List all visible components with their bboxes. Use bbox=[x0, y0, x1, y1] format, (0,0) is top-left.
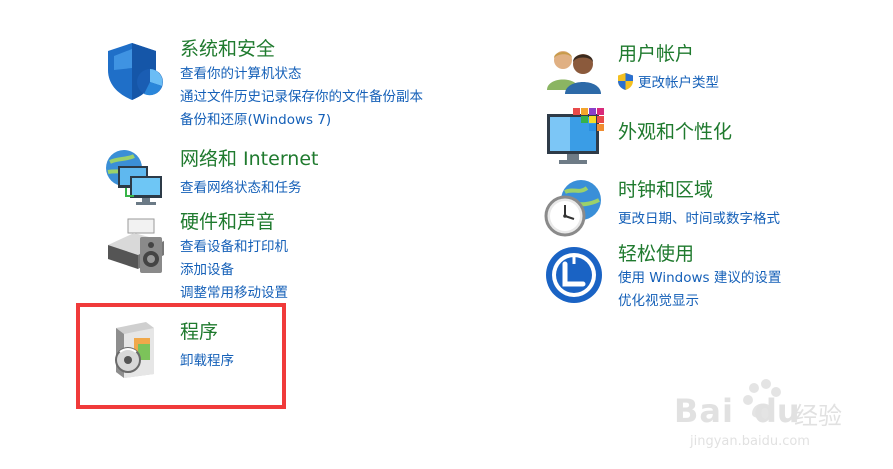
view-computer-status-link[interactable]: 查看你的计算机状态 bbox=[180, 65, 302, 83]
uac-shield-icon bbox=[618, 73, 633, 90]
file-history-link[interactable]: 通过文件历史记录保存你的文件备份副本 bbox=[180, 88, 423, 106]
change-date-time-format-link[interactable]: 更改日期、时间或数字格式 bbox=[618, 210, 780, 228]
users-icon[interactable] bbox=[545, 44, 603, 94]
uninstall-program-link[interactable]: 卸载程序 bbox=[180, 352, 234, 370]
use-windows-recommended-link[interactable]: 使用 Windows 建议的设置 bbox=[618, 269, 781, 287]
shield-icon[interactable] bbox=[104, 40, 166, 102]
ease-access-title[interactable]: 轻松使用 bbox=[618, 242, 694, 266]
baidu-watermark: Bai du 经验 jingyan.baidu.com bbox=[674, 376, 864, 456]
devices-printers-link[interactable]: 查看设备和打印机 bbox=[180, 238, 288, 256]
optimize-display-link[interactable]: 优化视觉显示 bbox=[618, 292, 699, 310]
clock-globe-icon[interactable] bbox=[543, 178, 605, 240]
hardware-sound-title[interactable]: 硬件和声音 bbox=[180, 210, 275, 234]
watermark-cn: 经验 bbox=[794, 402, 842, 430]
watermark-brand: Bai bbox=[674, 392, 734, 430]
watermark-brand-2: du bbox=[754, 392, 800, 430]
printer-speaker-icon[interactable] bbox=[104, 215, 166, 277]
programs-title[interactable]: 程序 bbox=[180, 320, 218, 344]
change-account-type-link[interactable]: 更改帐户类型 bbox=[638, 74, 719, 92]
network-title[interactable]: 网络和 Internet bbox=[180, 147, 318, 171]
ease-of-access-icon[interactable] bbox=[545, 246, 603, 304]
view-network-status-link[interactable]: 查看网络状态和任务 bbox=[180, 179, 302, 197]
appearance-title[interactable]: 外观和个性化 bbox=[618, 120, 732, 144]
add-device-link[interactable]: 添加设备 bbox=[180, 261, 234, 279]
backup-restore-link[interactable]: 备份和还原(Windows 7) bbox=[180, 111, 331, 129]
user-accounts-title[interactable]: 用户帐户 bbox=[618, 42, 694, 66]
programs-disc-icon[interactable] bbox=[108, 318, 162, 380]
system-security-title[interactable]: 系统和安全 bbox=[180, 37, 275, 61]
watermark-url: jingyan.baidu.com bbox=[690, 434, 810, 449]
monitor-palette-icon[interactable] bbox=[543, 106, 607, 168]
mobility-settings-link[interactable]: 调整常用移动设置 bbox=[180, 284, 288, 302]
network-icon[interactable] bbox=[104, 146, 166, 208]
clock-region-title[interactable]: 时钟和区域 bbox=[618, 178, 713, 202]
